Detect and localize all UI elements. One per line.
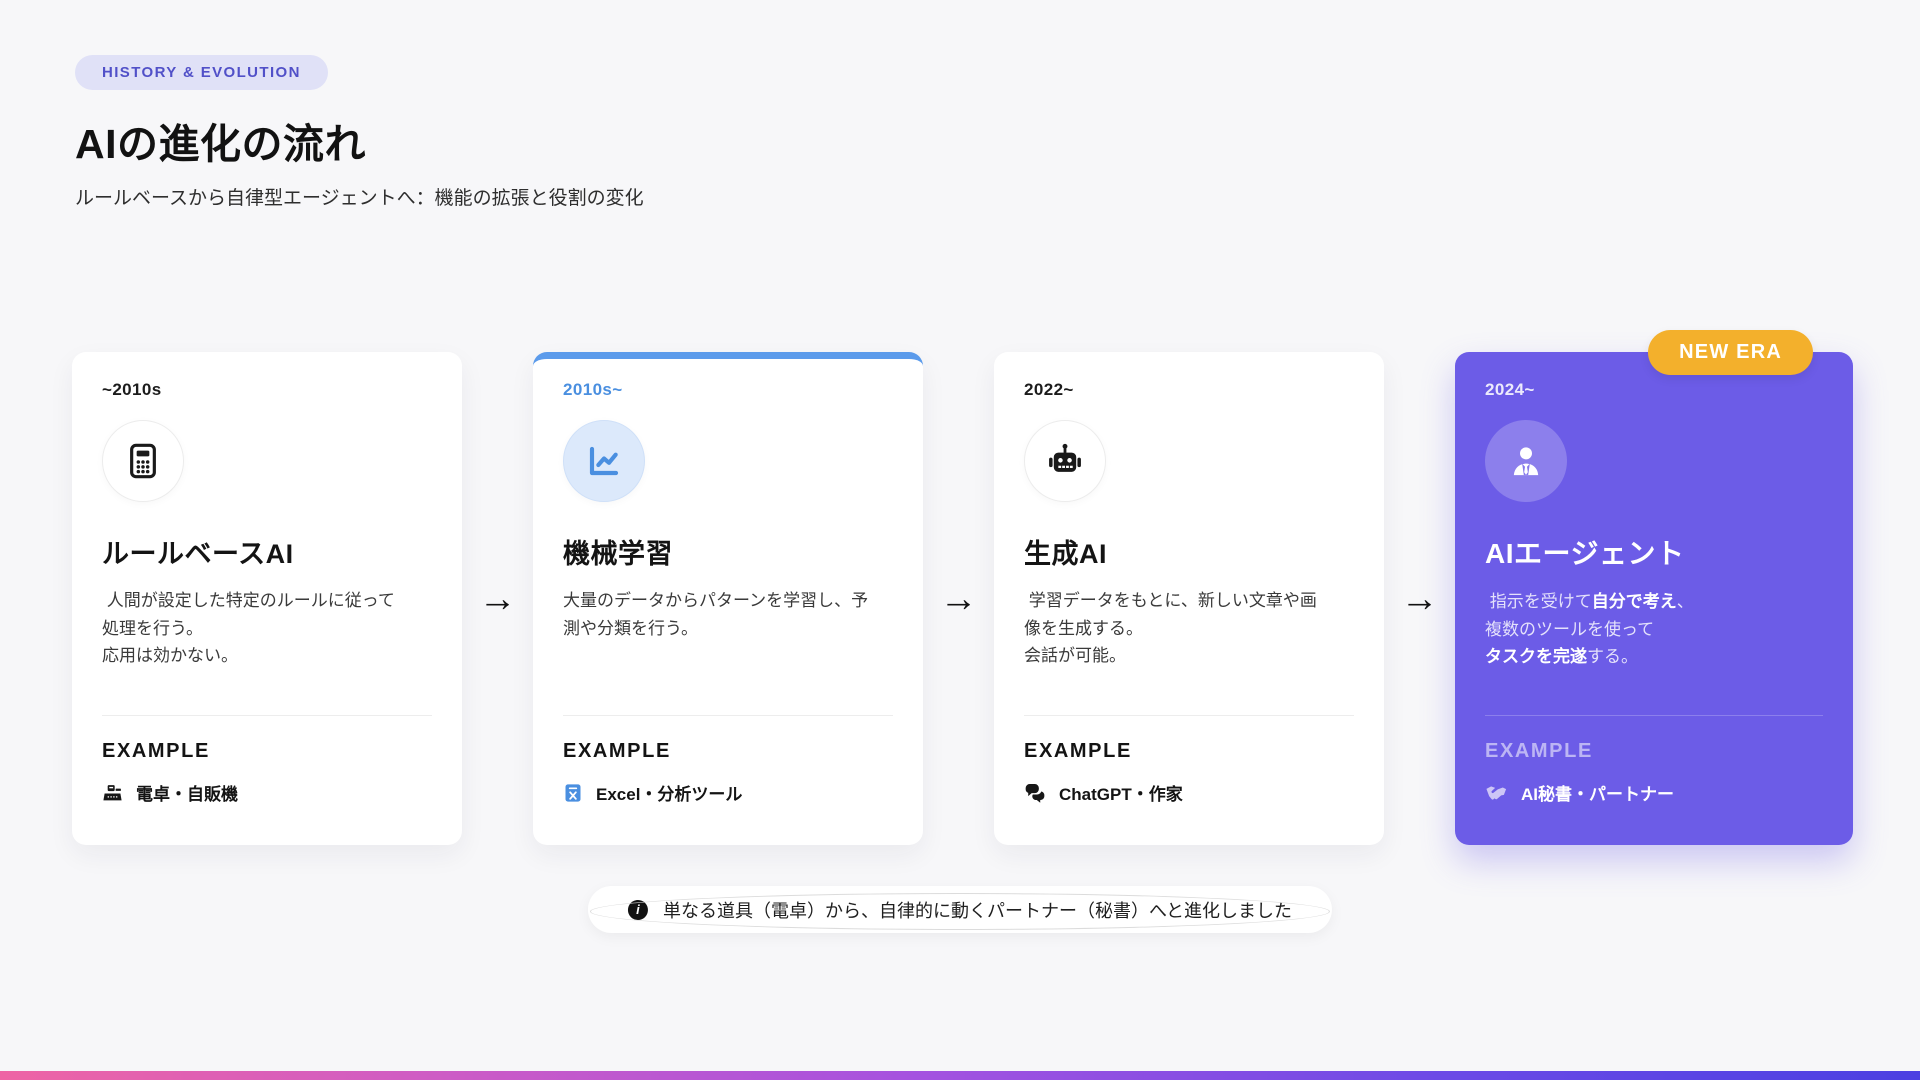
card-icon-circle (563, 420, 645, 502)
example-row: 電卓・自販機 (102, 780, 432, 805)
excel-file-icon (565, 783, 581, 802)
example-text: 電卓・自販機 (136, 785, 238, 804)
divider (563, 715, 893, 716)
divider (102, 715, 432, 716)
example-text: AI秘書・パートナー (1521, 785, 1674, 804)
example-row: ChatGPT・作家 (1024, 780, 1354, 805)
era-label: 2010s~ (563, 380, 623, 399)
example-heading: EXAMPLE (1485, 740, 1593, 762)
card-title: AIエージェント (1485, 538, 1685, 569)
footnote-text: 単なる道具（電卓）から、自律的に動くパートナー（秘書）へと進化しました (662, 900, 1293, 921)
arrow-icon: → (1400, 577, 1439, 620)
card-generative-ai: 2022~ 生成AI 学習データをもとに、新しい文章や画 像を生成する。 会話が… (994, 352, 1384, 845)
example-heading: EXAMPLE (563, 740, 671, 762)
chat-bubbles-icon (1025, 783, 1045, 803)
arrow-icon: → (939, 577, 978, 620)
card-description: 指示を受けて自分で考え、 複数のツールを使って タスクを完遂する。 (1485, 592, 1694, 667)
calculator-icon (130, 443, 156, 479)
card-machine-learning: 2010s~ 機械学習 大量のデータからパターンを学習し、予 測や分類を行う。 … (533, 352, 923, 845)
era-label: 2022~ (1024, 380, 1074, 399)
card-description: 大量のデータからパターンを学習し、予 測や分類を行う。 (563, 591, 869, 638)
evolution-timeline: ~2010s ルールベースAI 人間が設定した特定のルールに従って 処理を行う。… (72, 330, 1853, 845)
footnote-pill: i 単なる道具（電卓）から、自律的に動くパートナー（秘書）へと進化しました (587, 886, 1333, 933)
section-badge: HISTORY & EVOLUTION (75, 55, 328, 90)
era-label: ~2010s (102, 380, 162, 399)
card-title: 生成AI (1024, 539, 1107, 569)
card-title: 機械学習 (563, 539, 673, 569)
example-heading: EXAMPLE (102, 740, 210, 762)
bottom-gradient-bar (0, 1071, 1920, 1080)
card-ai-agent: NEW ERA 2024~ AIエージェント 指示を受けて自分で考え、 複数のツ… (1455, 330, 1853, 845)
page-title: AIの進化の流れ (75, 121, 366, 167)
example-heading: EXAMPLE (1024, 740, 1132, 762)
card-description: 学習データをもとに、新しい文章や画 像を生成する。 会話が可能。 (1024, 591, 1317, 666)
chart-line-icon (589, 446, 619, 476)
example-row: AI秘書・パートナー (1485, 780, 1823, 805)
info-icon: i (627, 899, 648, 920)
example-text: Excel・分析ツール (596, 785, 743, 804)
slide-header: HISTORY & EVOLUTION AIの進化の流れ ルールベースから自律型… (75, 55, 644, 210)
page-subtitle: ルールベースから自律型エージェントへ：機能の拡張と役割の変化 (75, 188, 644, 209)
example-row: Excel・分析ツール (563, 780, 893, 805)
arrow-icon: → (478, 577, 517, 620)
card-title: ルールベースAI (102, 539, 294, 569)
divider (1485, 715, 1823, 716)
card-icon-circle (1024, 420, 1106, 502)
card-rule-based-ai: ~2010s ルールベースAI 人間が設定した特定のルールに従って 処理を行う。… (72, 352, 462, 845)
example-text: ChatGPT・作家 (1059, 785, 1183, 804)
card-description: 人間が設定した特定のルールに従って 処理を行う。 応用は効かない。 (102, 591, 395, 666)
slide-canvas: HISTORY & EVOLUTION AIの進化の流れ ルールベースから自律型… (0, 0, 1920, 1080)
card-icon-circle (1485, 420, 1567, 502)
handshake-icon (1486, 786, 1507, 800)
new-era-badge: NEW ERA (1648, 330, 1813, 375)
era-label: 2024~ (1485, 380, 1535, 399)
cash-register-icon (103, 785, 122, 801)
divider (1024, 715, 1354, 716)
user-tie-icon (1513, 447, 1539, 476)
robot-icon (1049, 443, 1081, 472)
card-icon-circle (102, 420, 184, 502)
